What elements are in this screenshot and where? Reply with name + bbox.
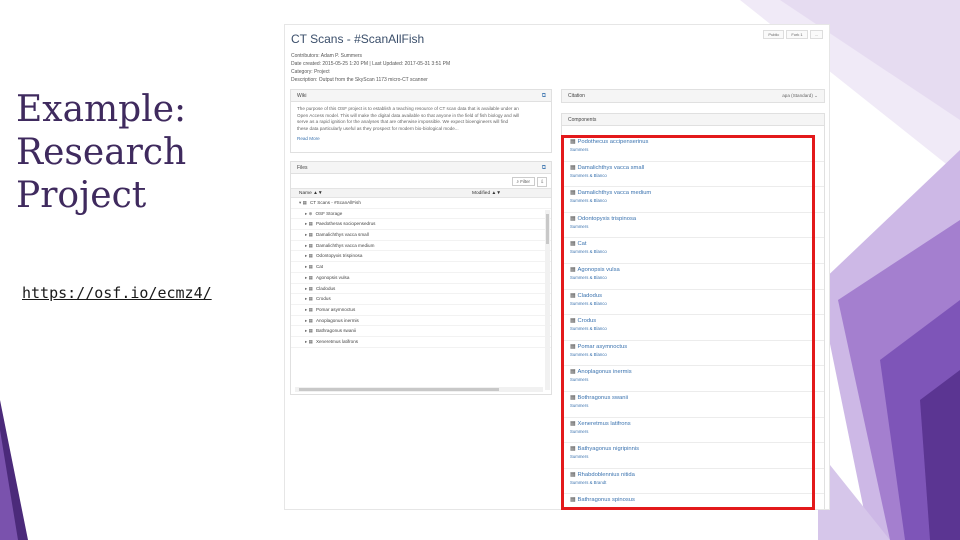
project-top-buttons: Public Fork 1 ...: [761, 30, 823, 39]
file-name: CT Scans - #ScanAllFish: [309, 200, 361, 205]
components-header: Components: [562, 114, 824, 126]
file-name: OSF Storage: [315, 210, 343, 216]
vertical-scrollbar[interactable]: [545, 210, 550, 390]
citation-header: Citation apa (Standard) ⌄: [562, 90, 824, 102]
file-tree-row[interactable]: ▸ ▦ Damalichthys vacca medium: [291, 241, 551, 252]
wiki-title: Wiki: [297, 93, 307, 99]
description: Description: Output from the SkyScan 117…: [291, 77, 428, 83]
folder-icon: ▸ ▦: [305, 242, 313, 248]
file-tree-row[interactable]: ▸ ▦ Odontopyxis trispinosa: [291, 251, 551, 263]
folder-icon: ▸ ▦: [305, 306, 313, 312]
category: Category: Project: [291, 69, 330, 75]
citation-style-select[interactable]: apa (Standard) ⌄: [782, 90, 818, 102]
files-panel: Files ⧉ ⌕ Filter ⇩ Name ▲▼ Modified ▲▼ ▾…: [290, 161, 552, 395]
folder-icon: ▾ ▦: [299, 200, 307, 205]
contributors: Contributors: Adam P. Summers: [291, 53, 363, 59]
components-highlight-box: [561, 135, 815, 510]
slide-title: Example: Research Project: [16, 88, 216, 217]
project-title: CT Scans - #ScanAllFish: [291, 32, 425, 46]
fork-button[interactable]: Fork 1: [786, 30, 808, 39]
slide-title-line-1: Example:: [16, 89, 187, 130]
file-tree: ▾ ▦ CT Scans - #ScanAllFish ▸ ⊕ OSF Storage…: [291, 198, 551, 348]
file-tree-row[interactable]: ▸ ▦ Cladodus: [291, 284, 551, 295]
file-name: Damalichthys vacca medium: [315, 242, 375, 248]
file-name: Agonopsis vulsa: [315, 274, 350, 280]
external-link-icon[interactable]: ⧉: [542, 162, 546, 174]
file-tree-row[interactable]: ▸ ▦ Paedotheras sociopensedrus: [291, 219, 551, 231]
public-button[interactable]: Public: [763, 30, 785, 39]
files-toolbar: ⌕ Filter ⇩: [291, 174, 551, 188]
wiki-panel: Wiki ⧉ The purpose of this OSF project i…: [290, 89, 552, 153]
citation-title: Citation: [568, 93, 585, 99]
download-icon[interactable]: ⇩: [537, 177, 547, 187]
folder-icon: ▸ ▦: [305, 296, 313, 302]
folder-icon: ▸ ▦: [305, 285, 313, 291]
filter-button[interactable]: ⌕ Filter: [511, 177, 535, 186]
file-tree-row[interactable]: ▸ ▦ Cat: [291, 262, 551, 273]
wiki-line: serve as a rapid ignition for the analys…: [297, 119, 509, 124]
more-button[interactable]: ...: [809, 30, 823, 39]
file-name: Damalichthys vacca small: [315, 232, 369, 238]
file-name: Cladodus: [315, 285, 336, 291]
file-name: Odontopyxis trispinosa: [315, 253, 363, 259]
files-column-headers: Name ▲▼ Modified ▲▼: [291, 188, 551, 198]
read-more-link[interactable]: Read More: [291, 136, 551, 141]
horizontal-scrollbar[interactable]: [295, 387, 543, 392]
file-tree-row[interactable]: ▸ ▦ Anoplagonus inermis: [291, 316, 551, 327]
slide-title-line-2: Research: [16, 132, 187, 173]
file-tree-row[interactable]: ▾ ▦ CT Scans - #ScanAllFish: [291, 198, 551, 209]
filter-label: Filter: [520, 179, 530, 184]
folder-icon: ▸ ▦: [305, 274, 313, 280]
file-name: Bathragonus swanii: [315, 328, 357, 334]
files-header: Files ⧉: [291, 162, 551, 174]
file-name: Anoplagonus inermis: [315, 317, 359, 323]
folder-icon: ▸ ▦: [305, 317, 313, 323]
file-tree-row[interactable]: ▸ ▦ Bathragonus swanii: [291, 326, 551, 337]
folder-icon: ▸ ▦: [305, 328, 313, 334]
files-title: Files: [297, 165, 308, 171]
components-title: Components: [568, 117, 597, 123]
folder-icon: ▸ ▦: [305, 264, 313, 270]
wiki-line: these data particularly useful as they p…: [297, 125, 459, 131]
folder-icon: ▸ ▦: [305, 338, 313, 344]
file-tree-row[interactable]: ▸ ⊕ OSF Storage: [291, 209, 551, 220]
folder-icon: ▸ ▦: [305, 232, 313, 238]
project-link[interactable]: https://osf.io/ecmz4/: [22, 284, 212, 302]
file-name: Crodus: [315, 296, 331, 302]
slide-title-line-3: Project: [16, 175, 147, 216]
external-link-icon[interactable]: ⧉: [542, 90, 546, 102]
wiki-line: The purpose of this OSF project is to es…: [297, 106, 519, 111]
folder-icon: ▸ ▦: [305, 253, 313, 259]
wiki-header: Wiki ⧉: [291, 90, 551, 102]
folder-icon: ▸ ⊕: [305, 210, 313, 216]
wiki-body: The purpose of this OSF project is to es…: [291, 102, 551, 136]
folder-icon: ▸ ▦: [305, 221, 313, 227]
citation-panel[interactable]: Citation apa (Standard) ⌄: [561, 89, 825, 103]
file-tree-row[interactable]: ▸ ▦ Xeneretmus latifrons: [291, 337, 551, 348]
project-meta: Contributors: Adam P. Summers Date creat…: [291, 52, 621, 84]
column-name[interactable]: Name ▲▼: [299, 191, 323, 196]
file-name: Xeneretmus latifrons: [315, 338, 359, 344]
file-tree-row[interactable]: ▸ ▦ Damalichthys vacca small: [291, 230, 551, 241]
file-tree-row[interactable]: ▸ ▦ Agonopsis vulsa: [291, 273, 551, 284]
file-name: Pomar asymnoctus: [315, 306, 356, 312]
dates: Date created: 2015-05-25 1:20 PM | Last …: [291, 61, 451, 67]
file-tree-row[interactable]: ▸ ▦ Pomar asymnoctus: [291, 305, 551, 316]
file-name: Cat: [315, 264, 324, 270]
file-name: Paedotheras sociopensedrus: [315, 221, 376, 227]
file-tree-row[interactable]: ▸ ▦ Crodus: [291, 294, 551, 305]
